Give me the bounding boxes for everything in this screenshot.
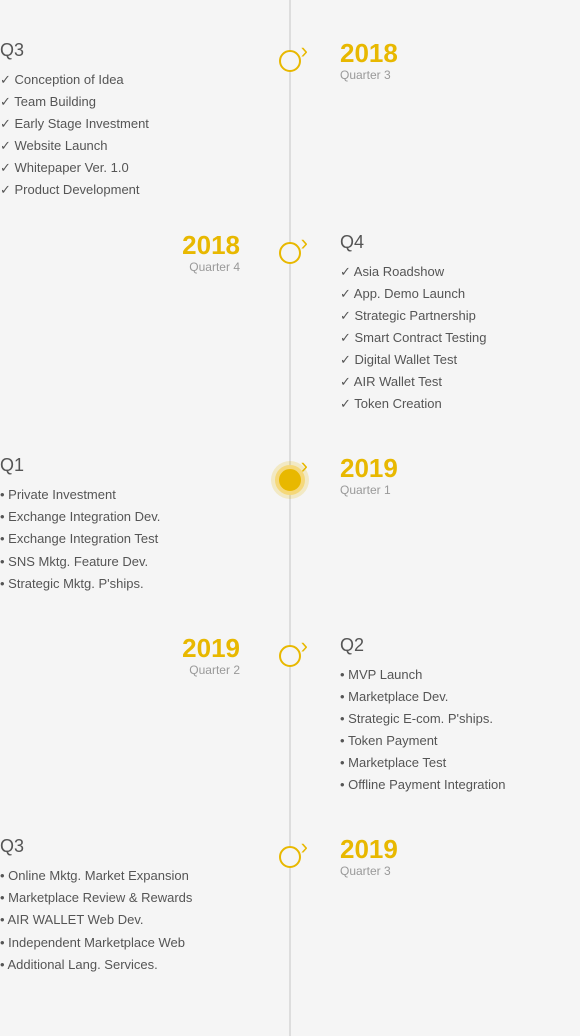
q3-2019-left: Q3 Online Mktg. Market Expansion Marketp…	[0, 836, 290, 975]
node-circle	[279, 50, 301, 72]
q2-2019-left: 2019 Quarter 2 ›	[0, 635, 290, 677]
q1-2019-year: 2019	[340, 455, 580, 481]
q3-2018-right: 2018 Quarter 3	[290, 40, 580, 82]
node-circle	[279, 645, 301, 667]
list-item: Private Investment	[0, 484, 240, 506]
list-item: Exchange Integration Dev.	[0, 506, 240, 528]
q3-2018-title: Q3	[0, 40, 240, 61]
node-circle	[279, 846, 301, 868]
q2-2019-quarter: Quarter 2	[0, 663, 240, 677]
q4-2018-left: 2018 Quarter 4 ›	[0, 232, 290, 274]
list-item: App. Demo Launch	[340, 283, 580, 305]
list-item: SNS Mktg. Feature Dev.	[0, 551, 240, 573]
list-item: Exchange Integration Test	[0, 528, 240, 550]
timeline-block-q3-2018: Q3 Conception of Idea Team Building Earl…	[0, 20, 580, 212]
chevron-right-icon: ›	[301, 232, 308, 254]
timeline-container: Q3 Conception of Idea Team Building Earl…	[0, 0, 580, 1036]
chevron-right-icon: ›	[301, 635, 308, 657]
timeline-block-q3-2019: Q3 Online Mktg. Market Expansion Marketp…	[0, 816, 580, 1015]
chevron-right-icon: ›	[301, 836, 308, 858]
list-item: Asia Roadshow	[340, 261, 580, 283]
list-item: Website Launch	[0, 135, 240, 157]
q2-2019-year: 2019	[0, 635, 240, 661]
q3-2019-quarter: Quarter 3	[340, 864, 580, 878]
q3-2019-node	[279, 846, 301, 868]
q3-2018-list: Conception of Idea Team Building Early S…	[0, 69, 240, 202]
chevron-right-icon: ›	[301, 40, 308, 62]
list-item: Strategic Mktg. P'ships.	[0, 573, 240, 595]
q4-2018-title: Q4	[340, 232, 580, 253]
q4-2018-right: Q4 Asia Roadshow App. Demo Launch Strate…	[290, 232, 580, 416]
list-item: Offline Payment Integration	[340, 774, 580, 796]
q4-2018-quarter: Quarter 4	[0, 260, 240, 274]
list-item: Strategic Partnership	[340, 305, 580, 327]
q1-2019-right: 2019 Quarter 1	[290, 455, 580, 497]
list-item: Independent Marketplace Web	[0, 932, 240, 954]
list-item: Whitepaper Ver. 1.0	[0, 157, 240, 179]
q2-2019-list: MVP Launch Marketplace Dev. Strategic E-…	[340, 664, 580, 797]
list-item: AIR Wallet Test	[340, 371, 580, 393]
list-item: Product Development	[0, 179, 240, 201]
q3-2018-year: 2018	[340, 40, 580, 66]
list-item: Smart Contract Testing	[340, 327, 580, 349]
q3-2019-title: Q3	[0, 836, 240, 857]
list-item: Early Stage Investment	[0, 113, 240, 135]
q3-2019-list: Online Mktg. Market Expansion Marketplac…	[0, 865, 240, 975]
q4-2018-node	[279, 242, 301, 264]
q2-2019-node	[279, 645, 301, 667]
q3-2019-year: 2019	[340, 836, 580, 862]
list-item: MVP Launch	[340, 664, 580, 686]
q1-2019-list: Private Investment Exchange Integration …	[0, 484, 240, 594]
list-item: Team Building	[0, 91, 240, 113]
q3-2018-quarter: Quarter 3	[340, 68, 580, 82]
list-item: Token Payment	[340, 730, 580, 752]
list-item: Online Mktg. Market Expansion	[0, 865, 240, 887]
timeline-block-q2-2019: 2019 Quarter 2 › Q2 MVP Launch Marketpla…	[0, 615, 580, 817]
q3-2019-right: 2019 Quarter 3	[290, 836, 580, 878]
q1-2019-quarter: Quarter 1	[340, 483, 580, 497]
node-circle-active	[275, 465, 305, 495]
list-item: Conception of Idea	[0, 69, 240, 91]
list-item: Marketplace Test	[340, 752, 580, 774]
list-item: Marketplace Review & Rewards	[0, 887, 240, 909]
list-item: Marketplace Dev.	[340, 686, 580, 708]
q2-2019-title: Q2	[340, 635, 580, 656]
list-item: Token Creation	[340, 393, 580, 415]
list-item: Additional Lang. Services.	[0, 954, 240, 976]
q4-2018-year: 2018	[0, 232, 240, 258]
q2-2019-right: Q2 MVP Launch Marketplace Dev. Strategic…	[290, 635, 580, 797]
node-circle	[279, 242, 301, 264]
q1-2019-title: Q1	[0, 455, 240, 476]
q1-2019-node	[275, 465, 305, 495]
q1-2019-left: Q1 Private Investment Exchange Integrati…	[0, 455, 290, 594]
q3-2018-node	[279, 50, 301, 72]
list-item: AIR WALLET Web Dev.	[0, 909, 240, 931]
q4-2018-list: Asia Roadshow App. Demo Launch Strategic…	[340, 261, 580, 416]
q3-2018-left: Q3 Conception of Idea Team Building Earl…	[0, 40, 290, 202]
list-item: Digital Wallet Test	[340, 349, 580, 371]
timeline-block-q4-2018: 2018 Quarter 4 › Q4 Asia Roadshow App. D…	[0, 212, 580, 436]
list-item: Strategic E-com. P'ships.	[340, 708, 580, 730]
timeline-block-q1-2019: Q1 Private Investment Exchange Integrati…	[0, 435, 580, 614]
